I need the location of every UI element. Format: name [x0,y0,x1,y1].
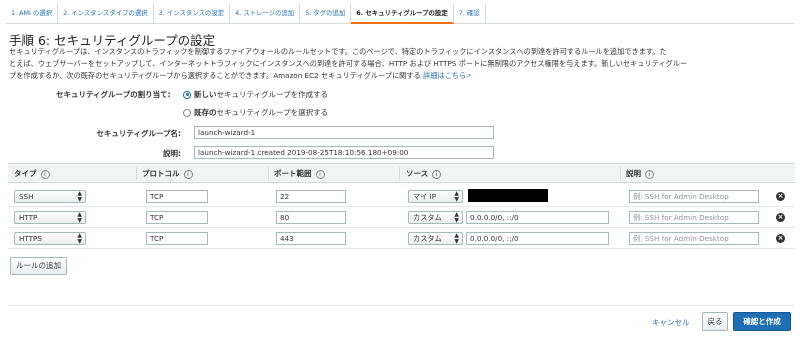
back-button[interactable]: 戻る [702,312,728,331]
radio-create-new-dot[interactable] [183,90,191,99]
redacted-source-ip [468,189,548,202]
header-source: ソース i [406,164,442,183]
header-type-label: タイプ [14,169,37,178]
header-protocol-label: プロトコル [142,169,180,178]
rule-description-input[interactable]: 例: SSH for Admin Desktop [629,190,759,203]
group-name-label: セキュリティグループ名: [96,129,181,138]
assignment-label: セキュリティグループの割り当て: [56,90,171,99]
type-select[interactable]: HTTP ▲ ▼ [14,211,86,224]
header-source-label: ソース [406,169,429,178]
radio-create-new-bold: 新しい [194,90,217,99]
header-port: ポート範囲 i [274,164,325,183]
header-description-label: 説明 [626,169,641,178]
footer-divider [8,305,795,306]
radio-select-existing[interactable]: 既存の セキュリティグループを選択する [183,107,328,118]
select-arrows-icon: ▲ ▼ [454,232,459,245]
select-arrows-icon: ▲ ▼ [77,190,82,203]
radio-select-existing-label: セキュリティグループを選択する [216,108,329,117]
type-select[interactable]: SSH ▲ ▼ [14,190,86,203]
step-tags[interactable]: 5. タグの追加 [300,4,352,24]
step-security-group[interactable]: 6. セキュリティグループの設定 [351,4,454,24]
select-arrows-icon: ▲ ▼ [77,211,82,224]
radio-select-existing-dot[interactable] [183,108,191,117]
header-type: タイプ i [14,164,50,183]
add-rule-button[interactable]: ルールの追加 [10,257,67,275]
rule-description-input[interactable]: 例: SSH for Admin Desktop [629,211,759,224]
description-line-1: セキュリティグループは、インスタンスのトラフィックを制御するファイアウォールのル… [9,47,667,56]
info-icon[interactable]: i [183,169,193,179]
source-cidr-input[interactable]: 0.0.0.0/0, ::/0 [466,232,609,245]
page-description: セキュリティグループは、インスタンスのトラフィックを制御するファイアウォールのル… [9,46,793,83]
close-circle-icon[interactable]: × [776,192,785,201]
header-separator [268,167,269,180]
type-select-value: HTTPS [19,234,42,243]
source-type-value: カスタム [413,234,442,243]
protocol-field: TCP [146,211,208,224]
source-type-select[interactable]: カスタム ▲ ▼ [408,211,463,224]
rules-table-header: タイプ i プロトコル i ポート範囲 i ソース i 説明 i [8,163,795,183]
port-field[interactable]: 443 [276,232,346,245]
type-select-value: HTTP [19,213,38,222]
info-icon[interactable]: i [40,169,50,179]
review-and-launch-button[interactable]: 確認と作成 [733,312,791,331]
header-separator [136,167,137,180]
description-line-3-text: プを作成するか、次の既存のセキュリティグループから選択することができます。Ama… [9,71,421,80]
header-port-label: ポート範囲 [274,169,312,178]
radio-create-new[interactable]: 新しい セキュリティグループを作成する [183,89,328,100]
select-arrows-icon: ▲ ▼ [454,190,459,203]
description-line-3: プを作成するか、次の既存のセキュリティグループから選択することができます。Ama… [9,70,793,83]
select-arrows-icon: ▲ ▼ [454,211,459,224]
close-circle-icon[interactable]: × [776,213,785,222]
table-row: SSH ▲ ▼ TCP 22 マイ IP ▲ ▼ 例: SSH for Admin De… [8,186,795,207]
step-instance-type[interactable]: 2. インスタンスタイプの選択 [58,4,154,24]
header-separator [620,167,621,180]
source-type-select[interactable]: マイ IP ▲ ▼ [408,190,463,203]
source-cidr-input[interactable]: 0.0.0.0/0, ::/0 [466,211,609,224]
group-description-input[interactable]: launch-wizard-1 created 2019-08-25T18:10… [194,146,494,159]
type-select[interactable]: HTTPS ▲ ▼ [14,232,86,245]
table-row: HTTP ▲ ▼ TCP 80 カスタム ▲ ▼ 0.0.0.0/0, ::/0 例: … [8,207,795,228]
radio-create-new-label: セキュリティグループを作成する [216,90,329,99]
learn-more-link[interactable]: 詳細はこちら [423,71,466,80]
description-line-2: とえば、ウェブサーバーをセットアップして、インターネットトラフィックにインスタン… [9,59,688,68]
select-arrows-icon: ▲ ▼ [77,232,82,245]
header-protocol: プロトコル i [142,164,193,183]
cancel-link[interactable]: キャンセル [652,317,690,328]
step-review[interactable]: 7. 確認 [454,4,486,24]
step-storage[interactable]: 4. ストレージの追加 [230,4,301,24]
wizard-steps: 1. AMI の選択 2. インスタンスタイプの選択 3. インスタンスの設定 … [6,4,794,24]
close-circle-icon[interactable]: × [776,234,785,243]
external-link-icon: ↗ [466,73,472,80]
info-icon[interactable]: i [645,169,654,179]
type-select-value: SSH [19,192,34,201]
group-name-input[interactable]: launch-wizard-1 [194,126,494,139]
info-icon[interactable]: i [432,169,442,179]
radio-select-existing-bold: 既存の [194,108,217,117]
step-instance-config[interactable]: 3. インスタンスの設定 [154,4,231,24]
port-field[interactable]: 22 [276,190,346,203]
group-description-label: 説明: [163,149,181,158]
header-separator [399,167,400,180]
table-row: HTTPS ▲ ▼ TCP 443 カスタム ▲ ▼ 0.0.0.0/0, ::/0 例… [8,228,795,249]
protocol-field: TCP [146,190,208,203]
source-type-value: マイ IP [413,192,437,201]
protocol-field: TCP [146,232,208,245]
source-type-select[interactable]: カスタム ▲ ▼ [408,232,463,245]
header-description: 説明 i [626,164,654,183]
info-icon[interactable]: i [315,169,325,179]
rule-description-input[interactable]: 例: SSH for Admin Desktop [629,232,759,245]
step-ami[interactable]: 1. AMI の選択 [6,4,59,24]
source-type-value: カスタム [413,213,442,222]
port-field[interactable]: 80 [276,211,346,224]
